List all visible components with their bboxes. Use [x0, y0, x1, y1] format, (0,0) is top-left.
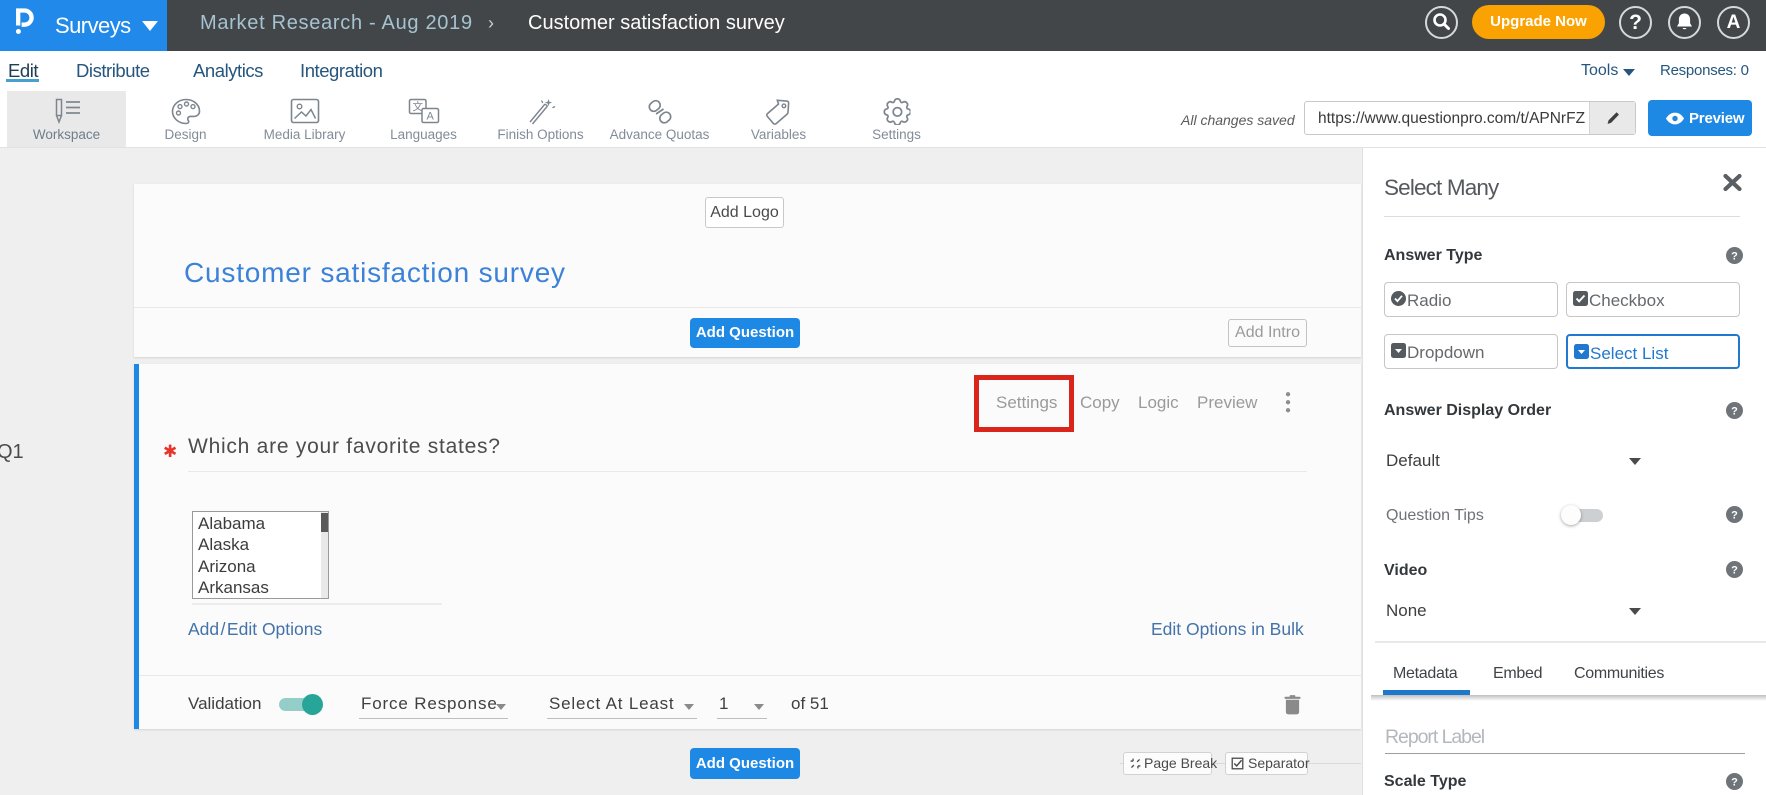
svg-text:?: ? — [1731, 251, 1738, 263]
svg-text:?: ? — [1731, 406, 1738, 418]
svg-text:?: ? — [1731, 510, 1738, 522]
svg-text:?: ? — [1731, 777, 1738, 789]
svg-text:?: ? — [1731, 565, 1738, 577]
svg-text:A: A — [426, 111, 434, 123]
